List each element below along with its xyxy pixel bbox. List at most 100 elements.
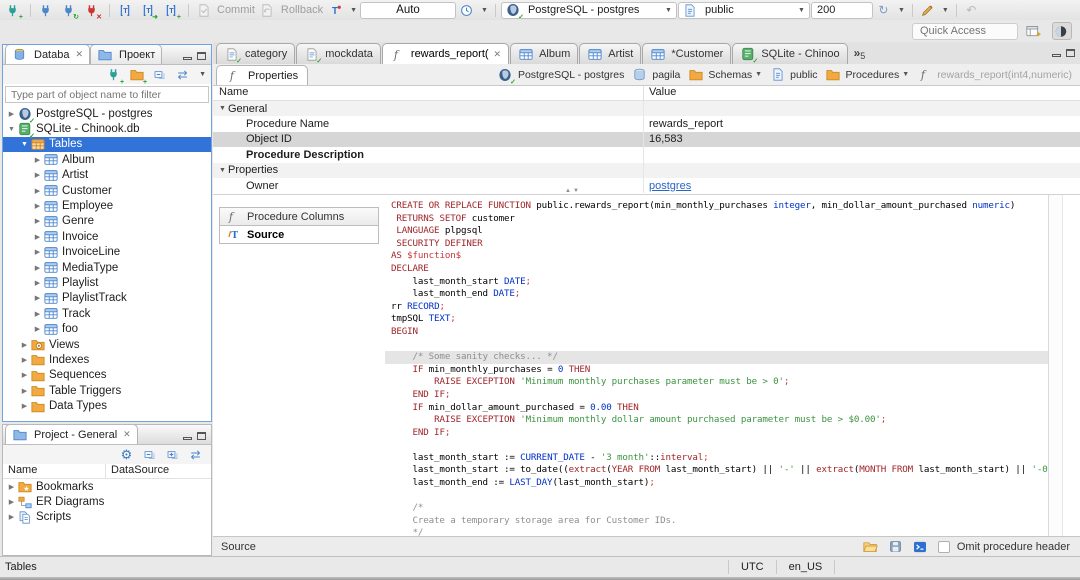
- nav-new-connection-button[interactable]: +: [106, 68, 124, 86]
- project-item-scripts[interactable]: ▶ Scripts: [3, 510, 211, 525]
- breadcrumb-pagila[interactable]: pagila: [632, 68, 680, 82]
- maximize-icon[interactable]: [1066, 49, 1075, 57]
- breadcrumb-public[interactable]: public: [770, 68, 818, 82]
- brush-button[interactable]: ▼: [918, 1, 951, 19]
- project-item-er-diagrams[interactable]: ▶ ER Diagrams: [3, 494, 211, 509]
- annotation-ruler[interactable]: [1048, 195, 1062, 536]
- expand-arrow-icon[interactable]: ▶: [19, 356, 30, 364]
- column-name[interactable]: Name: [213, 86, 643, 100]
- section-tab-source[interactable]: T Source: [219, 225, 379, 244]
- minimize-icon[interactable]: [1052, 54, 1061, 57]
- property-row-properties[interactable]: ▼ Properties: [213, 162, 1080, 178]
- locale-indicator[interactable]: en_US: [775, 560, 836, 574]
- connection-select[interactable]: ✓ PostgreSQL - postgres ▼: [500, 1, 677, 21]
- project-item-bookmarks[interactable]: ▶ ★ Bookmarks: [3, 479, 211, 494]
- omit-procedure-header-checkbox[interactable]: [937, 540, 950, 553]
- expand-arrow-icon[interactable]: ▶: [32, 279, 43, 287]
- property-row-general[interactable]: ▼ General: [213, 101, 1080, 117]
- fetch-size-input[interactable]: [810, 1, 873, 19]
- tab-database-navigator[interactable]: Databa ✕: [5, 45, 91, 64]
- open-in-sql-console-button[interactable]: [913, 540, 928, 554]
- source-code-editor[interactable]: CREATE OR REPLACE FUNCTION public.reward…: [385, 195, 1048, 536]
- expand-arrow-icon[interactable]: ▶: [32, 156, 43, 164]
- editor-tab-customer[interactable]: *Customer: [642, 43, 732, 64]
- editor-tab-sqlite-chinoo[interactable]: ✓ SQLite - Chinoo: [732, 43, 848, 65]
- nav-new-folder-button[interactable]: +: [129, 68, 147, 86]
- tree-item-artist[interactable]: ▶ Artist: [3, 168, 211, 183]
- load-from-file-button[interactable]: [863, 540, 878, 554]
- collapse-all-button[interactable]: [142, 448, 157, 462]
- property-value-link[interactable]: postgres: [649, 180, 691, 192]
- tree-item-sequences[interactable]: ▶ Sequences: [3, 368, 211, 383]
- property-row-procedure-description[interactable]: Procedure Description: [213, 147, 1080, 163]
- tree-item-playlist[interactable]: ▶ Playlist: [3, 275, 211, 290]
- editor-tab-category[interactable]: ✓ category: [216, 43, 296, 65]
- tree-item-invoice[interactable]: ▶ Invoice: [3, 229, 211, 244]
- expand-arrow-icon[interactable]: ▶: [32, 294, 43, 302]
- column-datasource[interactable]: DataSource: [106, 464, 169, 478]
- tree-item-employee[interactable]: ▶ Employee: [3, 198, 211, 213]
- editor-tab-mockdata[interactable]: ✓ mockdata: [296, 43, 381, 65]
- commit-button[interactable]: Commit: [194, 1, 257, 19]
- link-with-editor-button[interactable]: ⇄: [188, 448, 203, 462]
- expand-arrow-icon[interactable]: ▶: [6, 483, 17, 491]
- tree-item-postgresql-postgres[interactable]: ▶ ✓ PostgreSQL - postgres: [3, 106, 211, 125]
- expand-arrow-icon[interactable]: ▶: [32, 310, 43, 318]
- column-name[interactable]: Name: [3, 464, 106, 478]
- close-icon[interactable]: ✕: [494, 49, 502, 60]
- new-sql-editor-button[interactable]: T ➜: [138, 1, 160, 21]
- breadcrumb-procedures[interactable]: Procedures ▼: [826, 68, 909, 82]
- tab-properties[interactable]: f Properties: [216, 65, 309, 85]
- expand-arrow-icon[interactable]: ▶: [19, 387, 30, 395]
- tree-item-table-triggers[interactable]: ▶ Table Triggers: [3, 383, 211, 398]
- chevron-down-icon[interactable]: ▼: [902, 71, 909, 78]
- close-icon[interactable]: ✕: [75, 49, 83, 60]
- expand-arrow-icon[interactable]: ▶: [6, 498, 17, 506]
- transaction-mode-button[interactable]: T ▼: [326, 1, 359, 19]
- overview-ruler[interactable]: [1062, 195, 1080, 536]
- rollback-button[interactable]: Rollback: [258, 1, 325, 19]
- expand-arrow-icon[interactable]: ▶: [32, 264, 43, 272]
- expand-arrow-icon[interactable]: ▶: [32, 248, 43, 256]
- tree-item-foo[interactable]: ▶ foo: [3, 321, 211, 336]
- minimize-icon[interactable]: [183, 57, 192, 60]
- dbeaver-perspective-button[interactable]: [1052, 22, 1072, 40]
- tab-project-general[interactable]: Project - General ✕: [5, 425, 138, 444]
- editor-tab-artist[interactable]: Artist: [579, 43, 642, 64]
- expand-arrow-icon[interactable]: ▶: [6, 110, 17, 118]
- expand-arrow-icon[interactable]: ▶: [19, 402, 30, 410]
- collapse-arrow-icon[interactable]: ▼: [19, 141, 30, 148]
- new-connection-button[interactable]: +: [3, 1, 25, 21]
- expand-arrow-icon[interactable]: ▶: [19, 371, 30, 379]
- editor-tab-rewards-report[interactable]: f rewards_report(✕: [381, 43, 510, 64]
- expand-arrow-icon[interactable]: ▶: [32, 171, 43, 179]
- breadcrumb-rewards-report-int4-numeric[interactable]: f rewards_report(int4,numeric): [917, 68, 1072, 82]
- undo-button[interactable]: ↶: [962, 1, 984, 19]
- minimize-icon[interactable]: [183, 437, 192, 440]
- sql-editor-button[interactable]: T: [115, 1, 137, 19]
- transaction-log-button[interactable]: ▼: [457, 1, 490, 19]
- disconnect-button[interactable]: ✕: [82, 1, 104, 21]
- collapse-all-button[interactable]: [152, 68, 167, 82]
- expand-arrow-icon[interactable]: ▶: [6, 513, 17, 521]
- autocommit-select[interactable]: Auto: [360, 1, 457, 19]
- tree-item-album[interactable]: ▶ Album: [3, 152, 211, 167]
- column-value[interactable]: Value: [643, 86, 1080, 100]
- tab-overflow-button[interactable]: »5: [849, 46, 871, 61]
- save-to-file-button[interactable]: [888, 540, 903, 554]
- expand-all-button[interactable]: [165, 448, 180, 462]
- tree-item-invoiceline[interactable]: ▶ InvoiceLine: [3, 245, 211, 260]
- quick-access-input[interactable]: [912, 22, 1018, 40]
- tree-item-mediatype[interactable]: ▶ MediaType: [3, 260, 211, 275]
- expand-arrow-icon[interactable]: ▶: [32, 187, 43, 195]
- collapse-arrow-icon[interactable]: ▼: [219, 167, 228, 174]
- connect-button[interactable]: [36, 1, 58, 19]
- expand-arrow-icon[interactable]: ▶: [19, 341, 30, 349]
- schema-select[interactable]: public ▼: [677, 1, 810, 19]
- open-perspective-button[interactable]: ✦: [1025, 22, 1045, 40]
- tree-item-track[interactable]: ▶ Track: [3, 306, 211, 321]
- tree-item-playlisttrack[interactable]: ▶ PlaylistTrack: [3, 291, 211, 306]
- collapse-arrow-icon[interactable]: ▼: [219, 105, 228, 112]
- view-menu-button[interactable]: ▼: [199, 71, 206, 78]
- tree-item-views[interactable]: ▶ Views: [3, 337, 211, 352]
